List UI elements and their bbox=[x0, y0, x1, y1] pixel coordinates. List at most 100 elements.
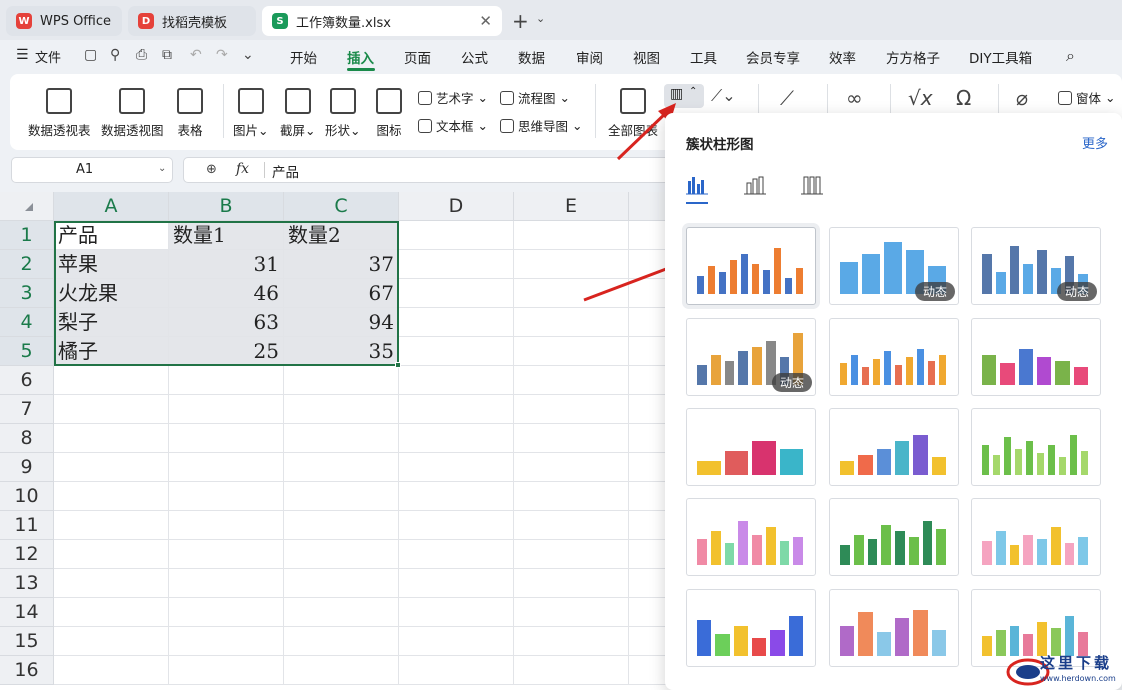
cell[interactable] bbox=[399, 424, 514, 453]
cell[interactable] bbox=[399, 308, 514, 337]
pivot-chart-button[interactable]: 数据透视图 bbox=[101, 88, 164, 139]
cell[interactable] bbox=[284, 366, 399, 395]
cell[interactable]: 94 bbox=[284, 308, 399, 337]
cell[interactable] bbox=[54, 627, 169, 656]
cell[interactable]: 梨子 bbox=[54, 308, 169, 337]
cell[interactable] bbox=[514, 540, 629, 569]
chart-template-thumbnail[interactable] bbox=[686, 589, 816, 667]
row-header-7[interactable]: 7 bbox=[0, 395, 54, 424]
cell[interactable] bbox=[54, 656, 169, 685]
file-menu[interactable]: 文件 bbox=[35, 47, 61, 66]
row-header-2[interactable]: 2 bbox=[0, 250, 54, 279]
formula-bar[interactable]: ⊕ fx 产品 bbox=[183, 157, 673, 183]
cell[interactable] bbox=[284, 656, 399, 685]
icon-button[interactable]: 图标 bbox=[376, 88, 402, 139]
pivot-table-button[interactable]: 数据透视表 bbox=[28, 88, 91, 139]
chevron-down-icon[interactable]: ⌄ bbox=[242, 47, 254, 63]
cell[interactable] bbox=[399, 366, 514, 395]
line-chart-dropdown-icon[interactable]: ⟋⌄ bbox=[711, 86, 736, 106]
cell[interactable] bbox=[514, 337, 629, 366]
new-tab-plus-icon[interactable]: + bbox=[512, 9, 529, 33]
cell[interactable]: 25 bbox=[169, 337, 284, 366]
cell[interactable] bbox=[54, 395, 169, 424]
menu-review[interactable]: 审阅 bbox=[576, 47, 603, 67]
chart-template-thumbnail[interactable] bbox=[971, 498, 1101, 576]
cell[interactable] bbox=[54, 598, 169, 627]
form-button[interactable]: 窗体 ⌄ bbox=[1058, 88, 1115, 107]
tab-docer-templates[interactable]: D 找稻壳模板 bbox=[128, 6, 256, 36]
chart-template-thumbnail[interactable]: 动态 bbox=[829, 227, 959, 305]
symbol-omega-icon[interactable]: Ω bbox=[956, 86, 971, 110]
cell[interactable] bbox=[399, 279, 514, 308]
cell[interactable] bbox=[284, 627, 399, 656]
row-header-1[interactable]: 1 bbox=[0, 221, 54, 250]
column-header-e[interactable]: E bbox=[514, 192, 629, 221]
wordart-button[interactable]: 艺术字 ⌄ bbox=[418, 88, 488, 107]
search-icon[interactable]: ⌕ bbox=[1066, 46, 1075, 66]
stacked-column-subtype[interactable] bbox=[744, 175, 768, 197]
row-header-4[interactable]: 4 bbox=[0, 308, 54, 337]
mindmap-button[interactable]: 思维导图 ⌄ bbox=[500, 116, 582, 135]
row-header-11[interactable]: 11 bbox=[0, 511, 54, 540]
row-header-13[interactable]: 13 bbox=[0, 569, 54, 598]
cell[interactable] bbox=[169, 395, 284, 424]
menu-page[interactable]: 页面 bbox=[404, 47, 431, 67]
attachment-icon[interactable]: ⌀ bbox=[1016, 86, 1028, 110]
name-box[interactable]: A1 ⌄ bbox=[11, 157, 173, 183]
print-icon[interactable]: ⎙ bbox=[136, 47, 147, 63]
cell[interactable]: 火龙果 bbox=[54, 279, 169, 308]
menu-member[interactable]: 会员专享 bbox=[746, 47, 800, 67]
cell[interactable] bbox=[54, 511, 169, 540]
tab-wps-office[interactable]: W WPS Office bbox=[6, 6, 122, 36]
chart-template-thumbnail[interactable]: 动态 bbox=[686, 318, 816, 396]
cell[interactable] bbox=[169, 627, 284, 656]
cell[interactable] bbox=[54, 482, 169, 511]
menu-tools[interactable]: 工具 bbox=[690, 47, 717, 67]
cell[interactable] bbox=[399, 337, 514, 366]
row-header-16[interactable]: 16 bbox=[0, 656, 54, 685]
cell[interactable] bbox=[284, 598, 399, 627]
column-header-d[interactable]: D bbox=[399, 192, 514, 221]
cell[interactable] bbox=[514, 598, 629, 627]
column-header-a[interactable]: A bbox=[54, 192, 169, 221]
cell[interactable]: 苹果 bbox=[54, 250, 169, 279]
row-header-8[interactable]: 8 bbox=[0, 424, 54, 453]
cell[interactable] bbox=[514, 627, 629, 656]
menu-formula[interactable]: 公式 bbox=[461, 47, 488, 67]
chart-template-thumbnail[interactable] bbox=[686, 498, 816, 576]
row-header-9[interactable]: 9 bbox=[0, 453, 54, 482]
cell[interactable]: 37 bbox=[284, 250, 399, 279]
select-all-corner[interactable] bbox=[0, 192, 54, 221]
cell[interactable] bbox=[54, 366, 169, 395]
chart-template-thumbnail[interactable] bbox=[971, 318, 1101, 396]
cell[interactable] bbox=[399, 569, 514, 598]
cell[interactable]: 35 bbox=[284, 337, 399, 366]
cell[interactable] bbox=[514, 656, 629, 685]
equation-icon[interactable]: √x bbox=[908, 86, 933, 110]
cell[interactable] bbox=[169, 453, 284, 482]
chevron-down-icon[interactable]: ⌄ bbox=[536, 12, 545, 25]
row-header-12[interactable]: 12 bbox=[0, 540, 54, 569]
cell[interactable] bbox=[284, 424, 399, 453]
cell[interactable] bbox=[514, 221, 629, 250]
chart-template-thumbnail[interactable] bbox=[971, 408, 1101, 486]
percent-stacked-column-subtype[interactable] bbox=[801, 175, 825, 197]
cell[interactable] bbox=[169, 424, 284, 453]
cell[interactable] bbox=[514, 366, 629, 395]
cell[interactable] bbox=[284, 395, 399, 424]
cell[interactable] bbox=[169, 540, 284, 569]
cell[interactable]: 31 bbox=[169, 250, 284, 279]
formula-value[interactable]: 产品 bbox=[272, 161, 299, 181]
fill-handle[interactable] bbox=[395, 362, 401, 368]
cell[interactable]: 产品 bbox=[54, 221, 169, 250]
row-header-10[interactable]: 10 bbox=[0, 482, 54, 511]
zoom-icon[interactable]: ⊕ bbox=[206, 162, 217, 177]
share-icon[interactable]: ⚲ bbox=[110, 47, 120, 63]
menu-fangfang[interactable]: 方方格子 bbox=[886, 47, 940, 67]
cell[interactable] bbox=[399, 395, 514, 424]
save-icon[interactable]: ▢ bbox=[84, 47, 97, 63]
cell[interactable] bbox=[54, 540, 169, 569]
cell[interactable] bbox=[399, 221, 514, 250]
tab-workbook[interactable]: S 工作簿数量.xlsx ✕ bbox=[262, 6, 502, 36]
cell[interactable]: 63 bbox=[169, 308, 284, 337]
